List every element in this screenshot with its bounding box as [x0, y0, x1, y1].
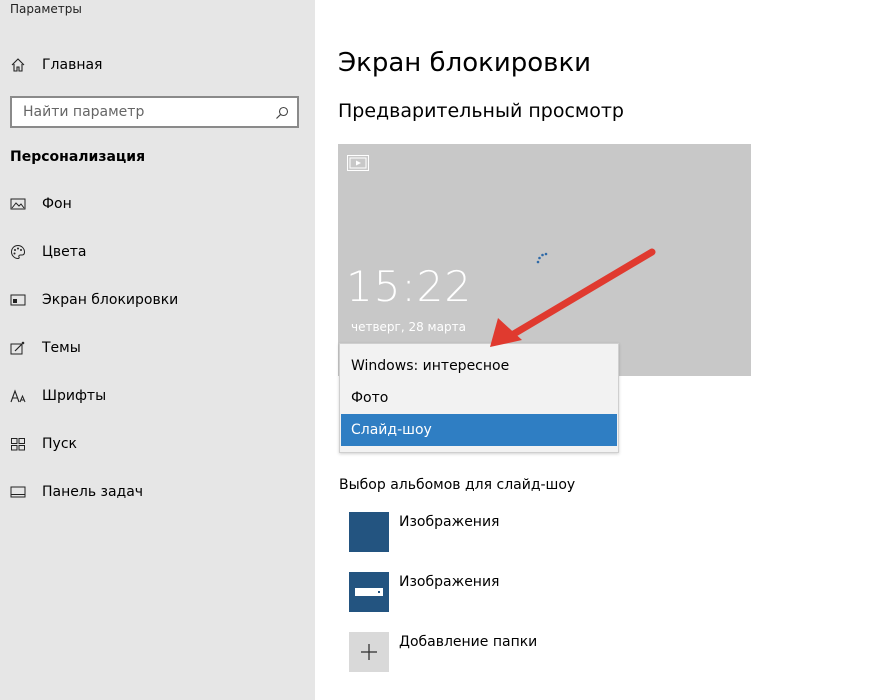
album-thumbnail: [349, 512, 389, 552]
sidebar-item-label: Фон: [42, 196, 72, 212]
fonts-icon: [10, 388, 26, 404]
preview-heading: Предварительный просмотр: [338, 100, 624, 122]
search-input[interactable]: [12, 98, 262, 126]
albums-heading: Выбор альбомов для слайд-шоу: [339, 477, 576, 493]
dropdown-option-photo[interactable]: Фото: [341, 382, 617, 414]
background-type-dropdown[interactable]: Windows: интересное Фото Слайд-шоу: [339, 343, 619, 453]
sidebar-item-label: Пуск: [42, 436, 77, 452]
dropdown-option-slideshow[interactable]: Слайд-шоу: [341, 414, 617, 446]
sidebar-item-start[interactable]: Пуск: [10, 431, 300, 457]
album-item[interactable]: Изображения: [349, 512, 499, 552]
search-box[interactable]: [10, 96, 299, 128]
sidebar-item-label: Экран блокировки: [42, 292, 179, 308]
add-folder-label: Добавление папки: [399, 634, 538, 650]
taskbar-icon: [10, 484, 26, 500]
palette-icon: [10, 244, 26, 260]
page-title: Экран блокировки: [338, 48, 592, 78]
main-content: Экран блокировки Предварительный просмот…: [315, 0, 886, 700]
sidebar-item-lock-screen[interactable]: Экран блокировки: [10, 287, 300, 313]
album-label: Изображения: [399, 514, 500, 530]
sidebar-item-label: Темы: [42, 340, 81, 356]
sidebar-item-fonts[interactable]: Шрифты: [10, 383, 300, 409]
lock-screen-icon: [10, 292, 26, 308]
album-item[interactable]: Изображения: [349, 572, 499, 612]
start-icon: [10, 436, 26, 452]
sidebar-item-themes[interactable]: Темы: [10, 335, 300, 361]
app-title: Параметры: [10, 2, 82, 16]
section-heading: Персонализация: [10, 149, 146, 165]
sidebar-item-taskbar[interactable]: Панель задач: [10, 479, 300, 505]
plus-icon: [361, 644, 377, 660]
preview-clock: 15:22: [346, 262, 473, 311]
drive-icon: [355, 588, 383, 596]
loading-spinner-icon: [534, 248, 554, 272]
album-thumbnail: [349, 572, 389, 612]
add-folder-thumbnail: [349, 632, 389, 672]
preview-date: четверг, 28 марта: [351, 320, 466, 334]
sidebar-item-colors[interactable]: Цвета: [10, 239, 300, 265]
nav-home[interactable]: Главная: [10, 52, 300, 78]
dropdown-option-windows-spotlight[interactable]: Windows: интересное: [341, 350, 617, 382]
slideshow-icon: [347, 155, 369, 175]
picture-icon: [10, 196, 26, 212]
add-folder-button[interactable]: Добавление папки: [349, 632, 537, 672]
album-label: Изображения: [399, 574, 500, 590]
sidebar-item-label: Панель задач: [42, 484, 144, 500]
nav-home-label: Главная: [42, 57, 103, 73]
sidebar-item-background[interactable]: Фон: [10, 191, 300, 217]
themes-icon: [10, 340, 26, 356]
sidebar-item-label: Цвета: [42, 244, 87, 260]
sidebar-item-label: Шрифты: [42, 388, 107, 404]
lock-screen-preview: 15:22 четверг, 28 марта: [338, 144, 751, 376]
home-icon: [10, 57, 26, 73]
sidebar: Параметры Главная Персонализация Фон Цве…: [0, 0, 315, 700]
search-icon[interactable]: [275, 105, 289, 124]
